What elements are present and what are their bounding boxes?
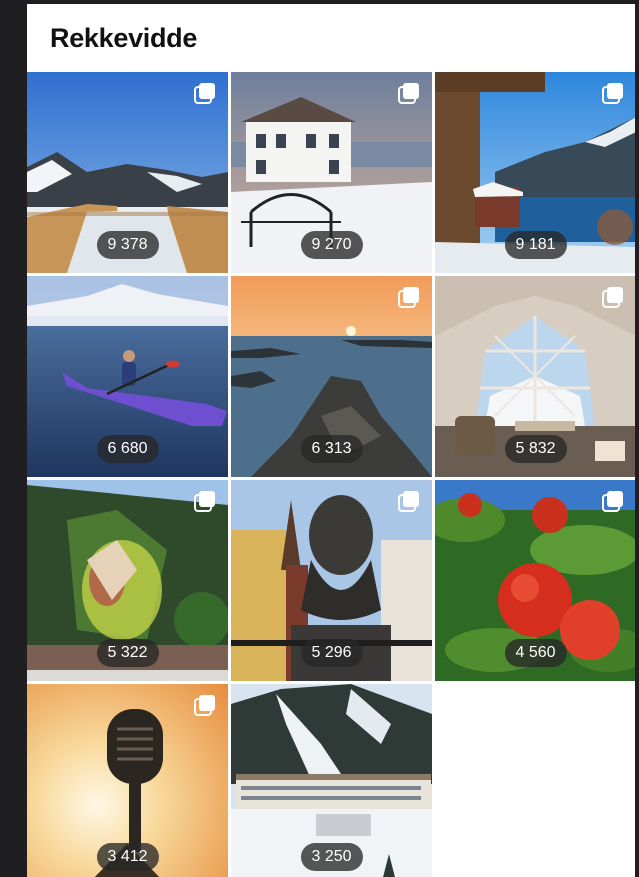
post-tile[interactable]: 9 270: [231, 72, 432, 273]
multi-image-icon: [398, 286, 420, 308]
post-tile[interactable]: 5 322: [27, 480, 228, 681]
post-tile[interactable]: 5 296: [231, 480, 432, 681]
multi-image-icon: [194, 490, 216, 512]
multi-image-icon: [602, 82, 624, 104]
reach-count-badge: 5 296: [300, 639, 363, 667]
multi-image-icon: [602, 490, 624, 512]
reach-panel: Rekkevidde 9 378 9 270 9 181 6 680 6 313…: [27, 4, 635, 877]
post-tile[interactable]: 6 680: [27, 276, 228, 477]
multi-image-icon: [398, 82, 420, 104]
post-tile[interactable]: 9 181: [435, 72, 635, 273]
post-tile[interactable]: 5 832: [435, 276, 635, 477]
reach-count-badge: 9 378: [96, 231, 159, 259]
reach-count-badge: 4 560: [504, 639, 567, 667]
post-tile[interactable]: 9 378: [27, 72, 228, 273]
post-tile[interactable]: 6 313: [231, 276, 432, 477]
reach-count-badge: 5 322: [96, 639, 159, 667]
post-tile[interactable]: 3 412: [27, 684, 228, 877]
reach-count-badge: 6 313: [300, 435, 363, 463]
panel-header: Rekkevidde: [27, 4, 635, 72]
post-grid: 9 378 9 270 9 181 6 680 6 313 5 832 5 32…: [27, 72, 635, 877]
multi-image-icon: [194, 694, 216, 716]
multi-image-icon: [398, 490, 420, 512]
reach-count-badge: 6 680: [96, 435, 159, 463]
multi-image-icon: [602, 286, 624, 308]
reach-count-badge: 3 250: [300, 843, 363, 871]
multi-image-icon: [194, 82, 216, 104]
reach-count-badge: 5 832: [504, 435, 567, 463]
empty-slot: [435, 684, 635, 877]
reach-count-badge: 3 412: [96, 843, 159, 871]
post-tile[interactable]: 4 560: [435, 480, 635, 681]
post-tile[interactable]: 3 250: [231, 684, 432, 877]
reach-count-badge: 9 270: [300, 231, 363, 259]
reach-count-badge: 9 181: [504, 231, 567, 259]
page-title: Rekkevidde: [50, 22, 198, 53]
